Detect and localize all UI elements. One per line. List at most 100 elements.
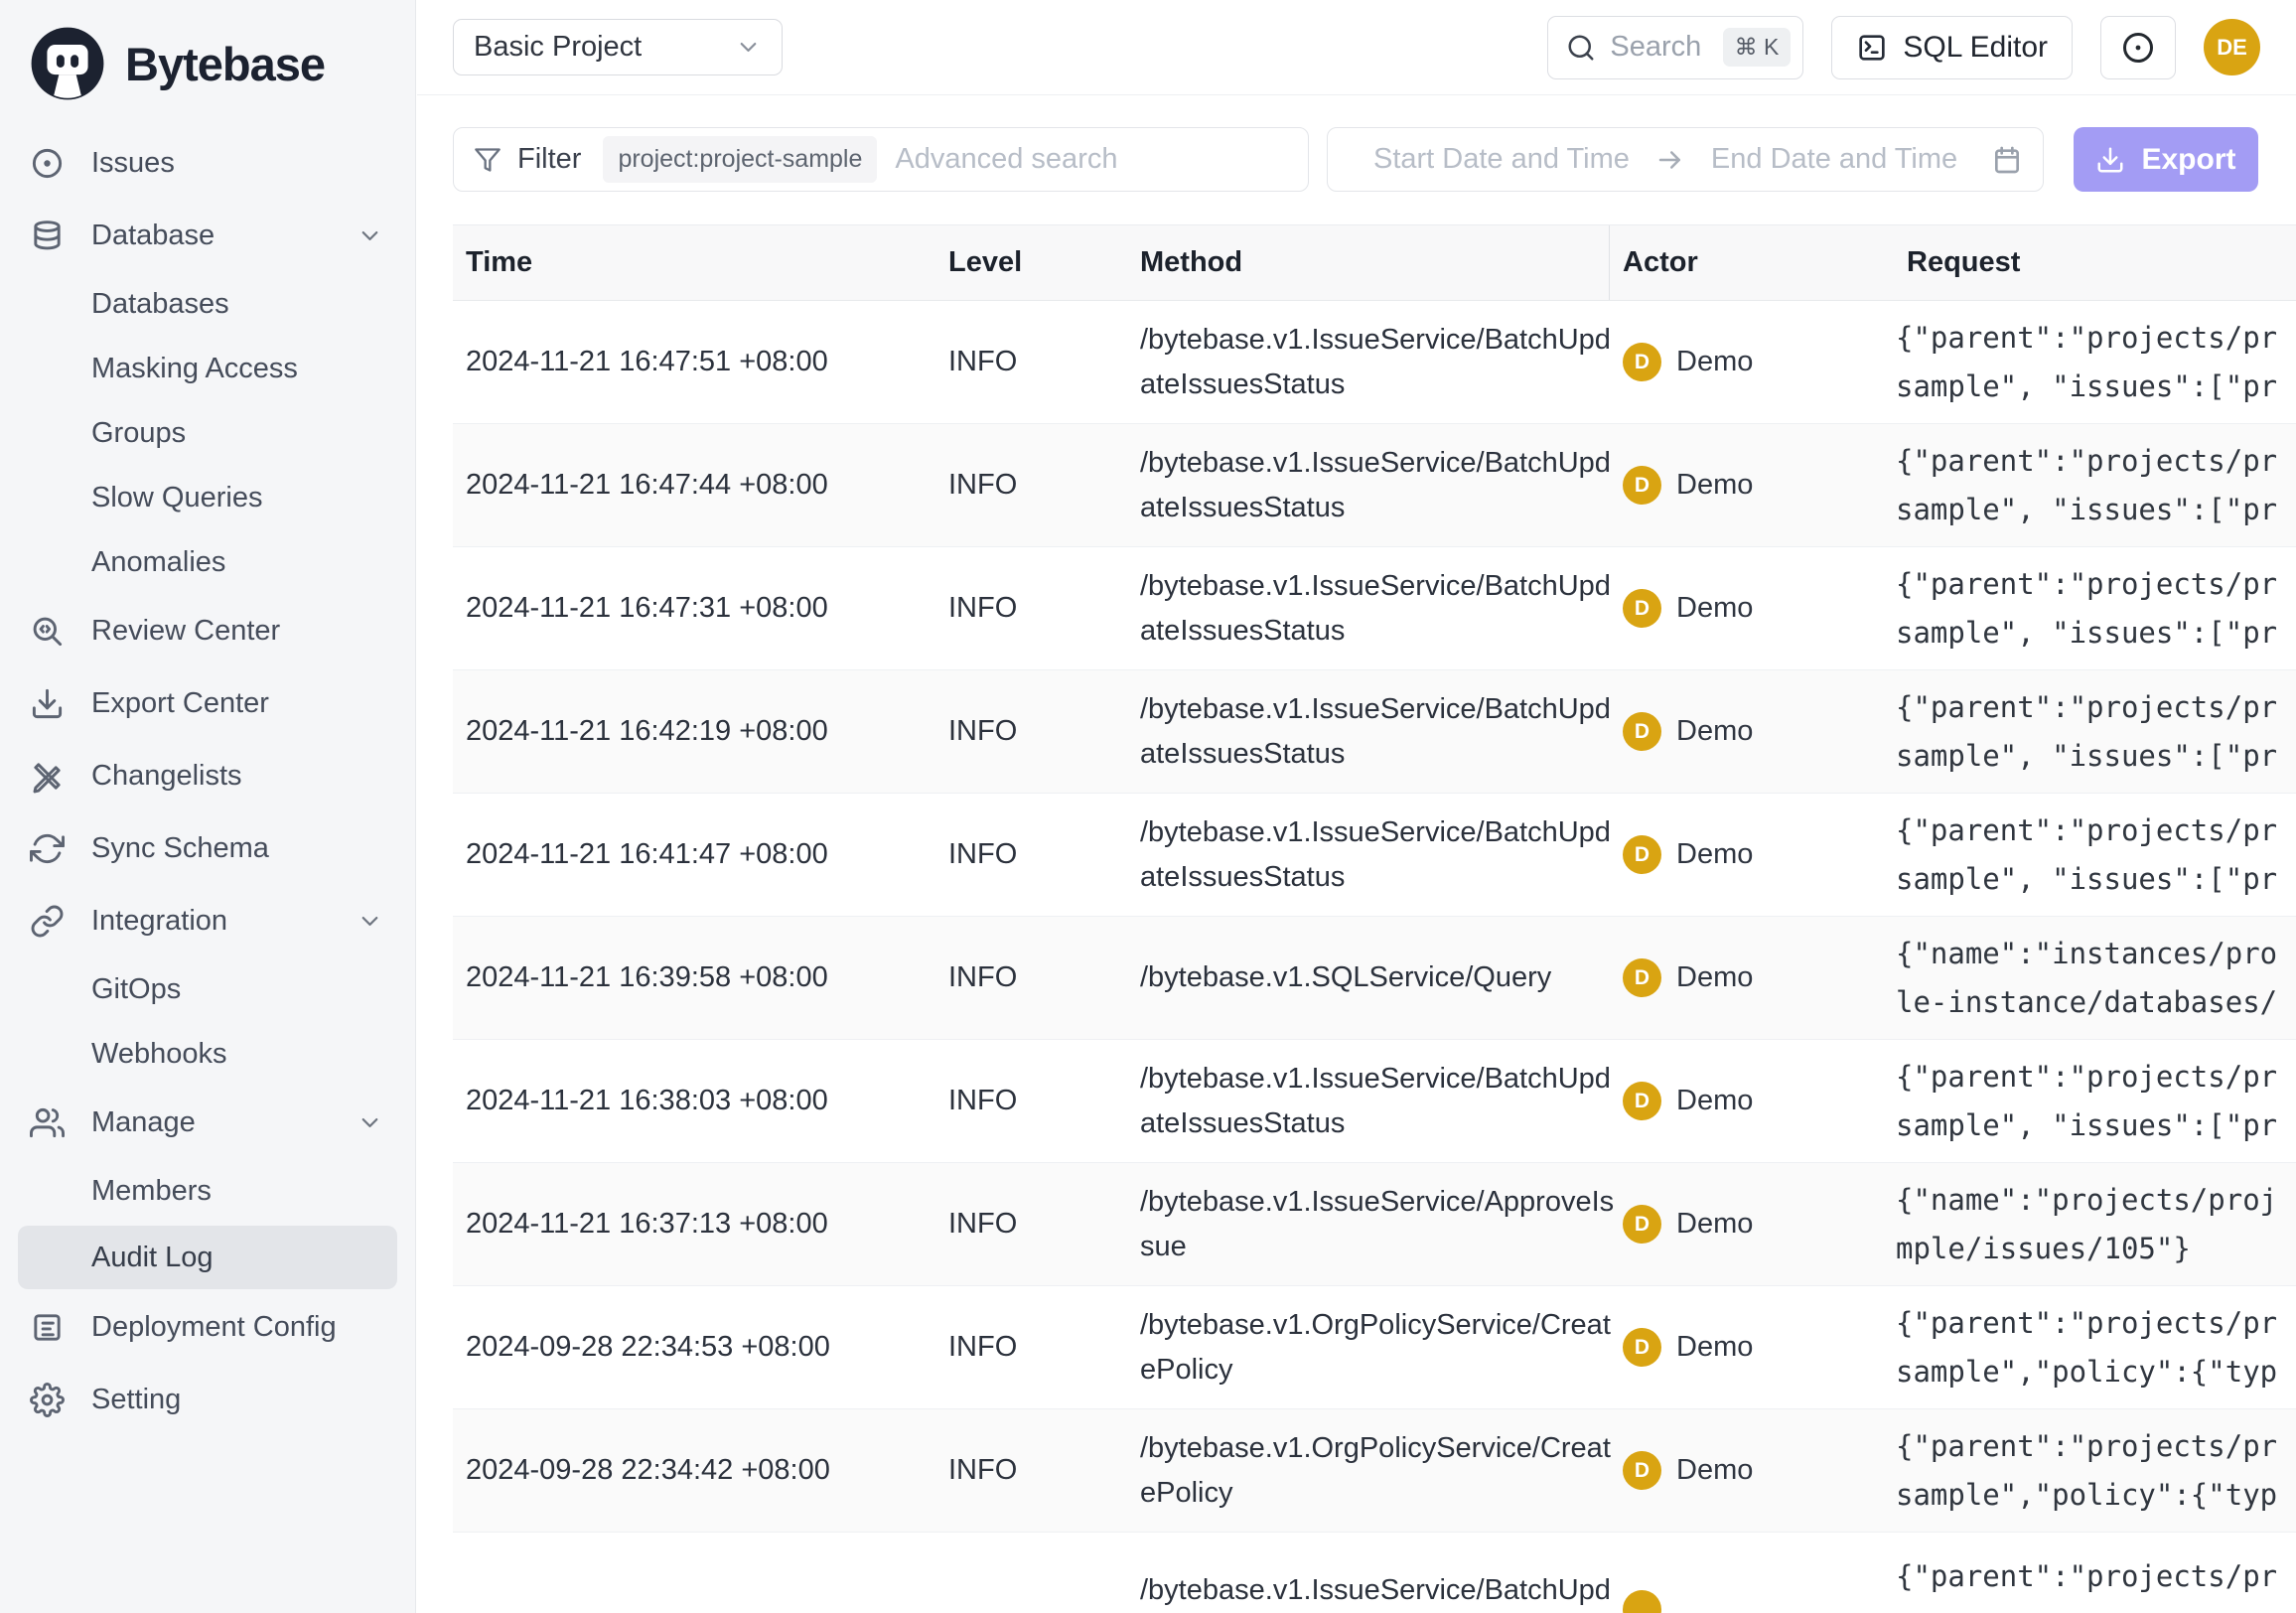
changelists-icon (30, 759, 65, 794)
request-line-1: {"parent":"projects/pr (1896, 314, 2296, 363)
request-line-2: sample", "issues":["pr (1896, 732, 2296, 781)
cell-method: /bytebase.v1.IssueService/BatchUpd ateIs… (1127, 810, 1610, 900)
sidebar-item-issues[interactable]: Issues (18, 127, 397, 200)
download-icon (2095, 145, 2125, 175)
actor-name: Demo (1676, 715, 1753, 748)
export-button[interactable]: Export (2074, 127, 2258, 192)
integration-icon (30, 904, 65, 939)
sidebar-item-changelists[interactable]: Changelists (18, 740, 397, 812)
request-line-2: sample", "issues":["pr (1896, 855, 2296, 904)
app-logo[interactable]: Bytebase (0, 0, 415, 123)
actor-name: Demo (1676, 838, 1753, 871)
table-row[interactable]: 2024-11-21 16:47:51 +08:00 INFO /bytebas… (453, 301, 2296, 424)
circle-dot-icon (2120, 30, 2156, 66)
cell-actor: D Demo (1610, 1082, 1894, 1120)
table-row[interactable]: 2024-09-28 22:34:53 +08:00 INFO /bytebas… (453, 1286, 2296, 1409)
table-row[interactable]: 2024-11-21 16:47:31 +08:00 INFO /bytebas… (453, 547, 2296, 670)
request-line-2: sample", "issues":["pr (1896, 363, 2296, 411)
actor-name: Demo (1676, 1085, 1753, 1117)
main-content: Filter project:project-sample Advanced s… (417, 95, 2296, 1613)
actor-name: Demo (1676, 1208, 1753, 1241)
sql-editor-button[interactable]: SQL Editor (1831, 16, 2073, 79)
sidebar-item-audit-log[interactable]: Audit Log (18, 1226, 397, 1289)
sidebar-item-sync-schema[interactable]: Sync Schema (18, 812, 397, 885)
cell-time: 2024-11-21 16:42:19 +08:00 (453, 715, 935, 748)
request-line-1: {"parent":"projects/pr (1896, 437, 2296, 486)
table-row[interactable]: /bytebase.v1.IssueService/BatchUpd {"par… (453, 1533, 2296, 1613)
actor-avatar: D (1623, 1451, 1661, 1490)
sidebar-item-database[interactable]: Database (18, 200, 397, 272)
sidebar-item-members[interactable]: Members (18, 1159, 397, 1224)
cell-time: 2024-11-21 16:41:47 +08:00 (453, 838, 935, 871)
cell-method: /bytebase.v1.IssueService/BatchUpd ateIs… (1127, 687, 1610, 777)
sidebar-item-webhooks[interactable]: Webhooks (18, 1022, 397, 1087)
sidebar-item-databases[interactable]: Databases (18, 272, 397, 337)
calendar-icon (1991, 144, 2023, 176)
chevron-down-icon (735, 34, 762, 61)
project-selector[interactable]: Basic Project (453, 19, 783, 75)
request-line-1: {"parent":"projects/pr (1896, 1053, 2296, 1101)
actor-avatar (1623, 1590, 1661, 1613)
table-row[interactable]: 2024-11-21 16:39:58 +08:00 INFO /bytebas… (453, 917, 2296, 1040)
table-row[interactable]: 2024-11-21 16:42:19 +08:00 INFO /bytebas… (453, 670, 2296, 794)
date-range-picker[interactable]: Start Date and Time End Date and Time (1327, 127, 2044, 192)
request-line-1: {"name":"instances/pro (1896, 930, 2296, 978)
actor-name: Demo (1676, 469, 1753, 502)
table-row[interactable]: 2024-11-21 16:47:44 +08:00 INFO /bytebas… (453, 424, 2296, 547)
issues-icon (30, 146, 65, 181)
export-label: Export (2141, 143, 2235, 177)
sidebar-item-export-center[interactable]: Export Center (18, 667, 397, 740)
method-line-1: /bytebase.v1.IssueService/BatchUpd (1140, 810, 1610, 855)
cell-method: /bytebase.v1.IssueService/BatchUpd ateIs… (1127, 318, 1610, 407)
request-line-1: {"parent":"projects/pr (1896, 560, 2296, 609)
cell-actor: D Demo (1610, 712, 1894, 751)
sidebar-item-anomalies[interactable]: Anomalies (18, 530, 397, 595)
actor-avatar: D (1623, 958, 1661, 997)
sidebar-item-manage[interactable]: Manage (18, 1087, 397, 1159)
column-header-level: Level (935, 246, 1127, 279)
filter-chip-project[interactable]: project:project-sample (603, 136, 877, 183)
method-line-1: /bytebase.v1.IssueService/BatchUpd (1140, 441, 1610, 486)
release-status-button[interactable] (2100, 16, 2176, 79)
actor-avatar: D (1623, 835, 1661, 874)
table-row[interactable]: 2024-09-28 22:34:42 +08:00 INFO /bytebas… (453, 1409, 2296, 1533)
method-line-2: sue (1140, 1225, 1610, 1269)
arrow-right-icon (1655, 145, 1685, 175)
sidebar-item-masking-access[interactable]: Masking Access (18, 337, 397, 401)
sidebar-item-gitops[interactable]: GitOps (18, 957, 397, 1022)
cell-level: INFO (935, 469, 1127, 502)
column-header-request: Request (1894, 246, 2296, 279)
actor-avatar: D (1623, 343, 1661, 381)
method-line-1: /bytebase.v1.OrgPolicyService/Creat (1140, 1426, 1610, 1471)
sidebar-item-setting[interactable]: Setting (18, 1364, 397, 1436)
setting-icon (30, 1383, 65, 1417)
column-header-time: Time (453, 246, 935, 279)
end-date-placeholder: End Date and Time (1711, 143, 1957, 176)
cell-actor: D Demo (1610, 589, 1894, 628)
method-line-1: /bytebase.v1.OrgPolicyService/Creat (1140, 1303, 1610, 1348)
table-row[interactable]: 2024-11-21 16:37:13 +08:00 INFO /bytebas… (453, 1163, 2296, 1286)
method-line-1: /bytebase.v1.IssueService/BatchUpd (1140, 318, 1610, 363)
method-line-1: /bytebase.v1.IssueService/BatchUpd (1140, 1057, 1610, 1101)
deployment-icon (30, 1310, 65, 1345)
cell-level: INFO (935, 1085, 1127, 1117)
table-row[interactable]: 2024-11-21 16:41:47 +08:00 INFO /bytebas… (453, 794, 2296, 917)
sidebar-item-groups[interactable]: Groups (18, 401, 397, 466)
actor-name: Demo (1676, 1331, 1753, 1364)
cell-level: INFO (935, 346, 1127, 378)
table-row[interactable]: 2024-11-21 16:38:03 +08:00 INFO /bytebas… (453, 1040, 2296, 1163)
sidebar-item-slow-queries[interactable]: Slow Queries (18, 466, 397, 530)
cell-request: {"parent":"projects/pr sample", "issues"… (1894, 314, 2296, 411)
sidebar-item-review-center[interactable]: Review Center (18, 595, 397, 667)
method-line-2: ateIssuesStatus (1140, 486, 1610, 530)
user-avatar[interactable]: DE (2204, 19, 2260, 75)
column-header-method: Method (1127, 225, 1610, 300)
cell-time: 2024-09-28 22:34:53 +08:00 (453, 1331, 935, 1364)
search-button[interactable]: Search ⌘ K (1547, 16, 1803, 79)
sidebar-item-integration[interactable]: Integration (18, 885, 397, 957)
advanced-search-input[interactable]: Filter project:project-sample Advanced s… (453, 127, 1309, 192)
method-line-2: ateIssuesStatus (1140, 609, 1610, 654)
column-header-actor: Actor (1610, 246, 1894, 279)
sidebar-item-deployment-config[interactable]: Deployment Config (18, 1291, 397, 1364)
cell-level: INFO (935, 961, 1127, 994)
